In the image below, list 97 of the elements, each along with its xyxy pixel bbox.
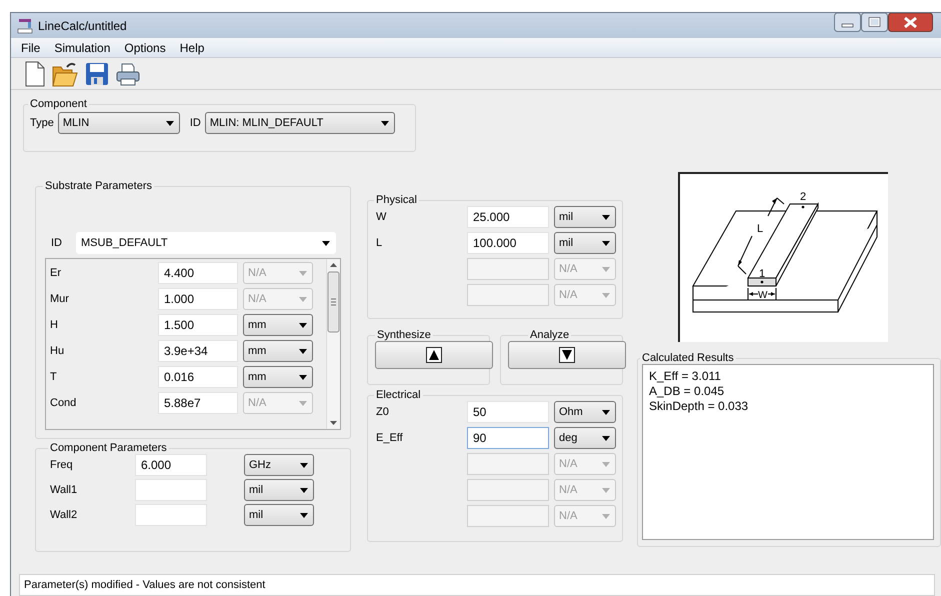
unit-dropdown[interactable]: Ohm xyxy=(554,401,616,423)
type-dropdown[interactable]: MLIN xyxy=(58,112,180,134)
field-label: W xyxy=(376,211,386,223)
input-field[interactable]: 1.000 xyxy=(158,288,238,310)
menu-item[interactable]: Simulation xyxy=(47,40,118,54)
caret-icon xyxy=(166,120,174,126)
id-dropdown[interactable]: MLIN: MLIN_DEFAULT xyxy=(204,112,395,134)
caret-icon xyxy=(299,270,307,276)
down-triangle-icon xyxy=(559,347,575,363)
new-document-icon[interactable] xyxy=(25,60,45,86)
field-label: Type xyxy=(30,117,54,129)
unit-dropdown[interactable]: mil xyxy=(554,206,616,228)
caret-icon xyxy=(602,292,610,298)
close-icon[interactable] xyxy=(888,13,933,32)
field-label: ID xyxy=(190,117,201,129)
diagram-label: W xyxy=(758,290,768,301)
input-field[interactable]: 6.000 xyxy=(135,454,207,476)
folder-icon[interactable] xyxy=(52,60,78,86)
unit-dropdown[interactable]: mil xyxy=(554,232,616,254)
input-field[interactable]: 5.88e7 xyxy=(158,392,238,414)
status-text: Parameter(s) modified - Values are not consistent xyxy=(24,579,266,591)
group-title: Substrate Parameters xyxy=(44,180,153,192)
input-field[interactable]: 0.016 xyxy=(158,366,238,388)
unit-dropdown[interactable]: mil xyxy=(244,479,314,501)
menu-item[interactable]: File xyxy=(14,40,48,54)
input-field[interactable]: 4.400 xyxy=(158,262,238,284)
input-field[interactable] xyxy=(135,479,207,501)
field-label: E_Eff xyxy=(376,432,403,444)
field-label: Wall2 xyxy=(50,509,78,521)
caret-icon xyxy=(299,374,307,380)
unit-dropdown[interactable]: mm xyxy=(243,366,313,388)
group-title: Component xyxy=(29,98,88,110)
caret-icon xyxy=(300,462,308,468)
caret-icon xyxy=(299,322,307,328)
scrollbar-thumb[interactable] xyxy=(327,271,340,333)
field-label: H xyxy=(50,319,59,331)
input-field[interactable]: 1.500 xyxy=(158,314,238,336)
caret-icon xyxy=(380,120,389,126)
group-title: Physical xyxy=(375,194,418,206)
group-title: Calculated Results xyxy=(641,352,735,364)
result-line: K_Eff = 3.011 xyxy=(649,369,722,383)
group-title: Synthesize xyxy=(376,329,432,341)
unit-dropdown[interactable]: mm xyxy=(243,314,313,336)
unit-dropdown[interactable]: mil xyxy=(244,504,314,526)
field-label: T xyxy=(50,371,58,383)
caret-icon xyxy=(602,214,610,220)
field-label: Hu xyxy=(50,345,66,357)
field-label: Freq xyxy=(50,459,74,471)
caret-icon xyxy=(602,436,610,440)
caret-icon xyxy=(602,488,610,492)
result-line: SkinDepth = 0.033 xyxy=(649,399,750,413)
group-title: Component Parameters xyxy=(49,442,168,454)
field-label: L xyxy=(376,237,382,249)
input-field[interactable]: 3.9e+34 xyxy=(158,340,238,362)
scrollbar[interactable] xyxy=(326,259,340,429)
field-label: Cond xyxy=(50,397,78,409)
field-label: Wall1 xyxy=(50,484,78,496)
field-label: Er xyxy=(50,267,62,279)
caret-icon xyxy=(602,266,610,272)
caret-icon xyxy=(602,240,610,246)
group-title: Analyze xyxy=(529,329,570,341)
unit-dropdown[interactable]: mm xyxy=(243,340,313,362)
caret-icon xyxy=(300,512,308,518)
menu-item[interactable]: Help xyxy=(172,40,212,54)
maximize-icon[interactable] xyxy=(861,13,888,32)
minimize-icon[interactable] xyxy=(834,13,861,32)
substrate-dropdown[interactable]: MSUB_DEFAULT xyxy=(76,232,336,254)
window-title: LineCalc/untitled xyxy=(38,18,128,32)
caret-icon xyxy=(602,462,610,466)
input-field[interactable]: 25.000 xyxy=(467,206,549,228)
result-line: A_DB = 0.045 xyxy=(649,384,726,398)
caret-icon xyxy=(602,514,610,518)
unit-dropdown[interactable]: deg xyxy=(554,427,616,449)
synthesize-button[interactable] xyxy=(375,341,493,369)
input-field[interactable] xyxy=(135,504,207,526)
menu-item[interactable]: Options xyxy=(117,40,173,54)
app-icon xyxy=(17,18,33,34)
diagram-label: 2 xyxy=(800,191,806,203)
diagram-label: 1 xyxy=(759,268,766,280)
field-label: Mur xyxy=(50,293,70,305)
caret-icon xyxy=(300,488,308,492)
unit-dropdown[interactable]: GHz xyxy=(244,454,314,476)
caret-icon xyxy=(602,410,610,414)
analyze-button[interactable] xyxy=(508,341,626,369)
caret-icon xyxy=(322,240,330,246)
field-label: Z0 xyxy=(376,406,389,418)
caret-icon xyxy=(299,400,307,406)
up-triangle-icon xyxy=(426,347,442,363)
field-label: ID xyxy=(51,237,62,249)
input-field[interactable]: 100.000 xyxy=(467,232,549,254)
printer-icon[interactable] xyxy=(116,62,140,86)
group-title: Electrical xyxy=(375,389,422,401)
input-field[interactable]: 50 xyxy=(467,401,549,423)
caret-icon xyxy=(299,296,307,302)
input-field[interactable]: 90 xyxy=(467,427,549,449)
diagram-label: L xyxy=(757,223,764,235)
caret-icon xyxy=(299,348,307,354)
